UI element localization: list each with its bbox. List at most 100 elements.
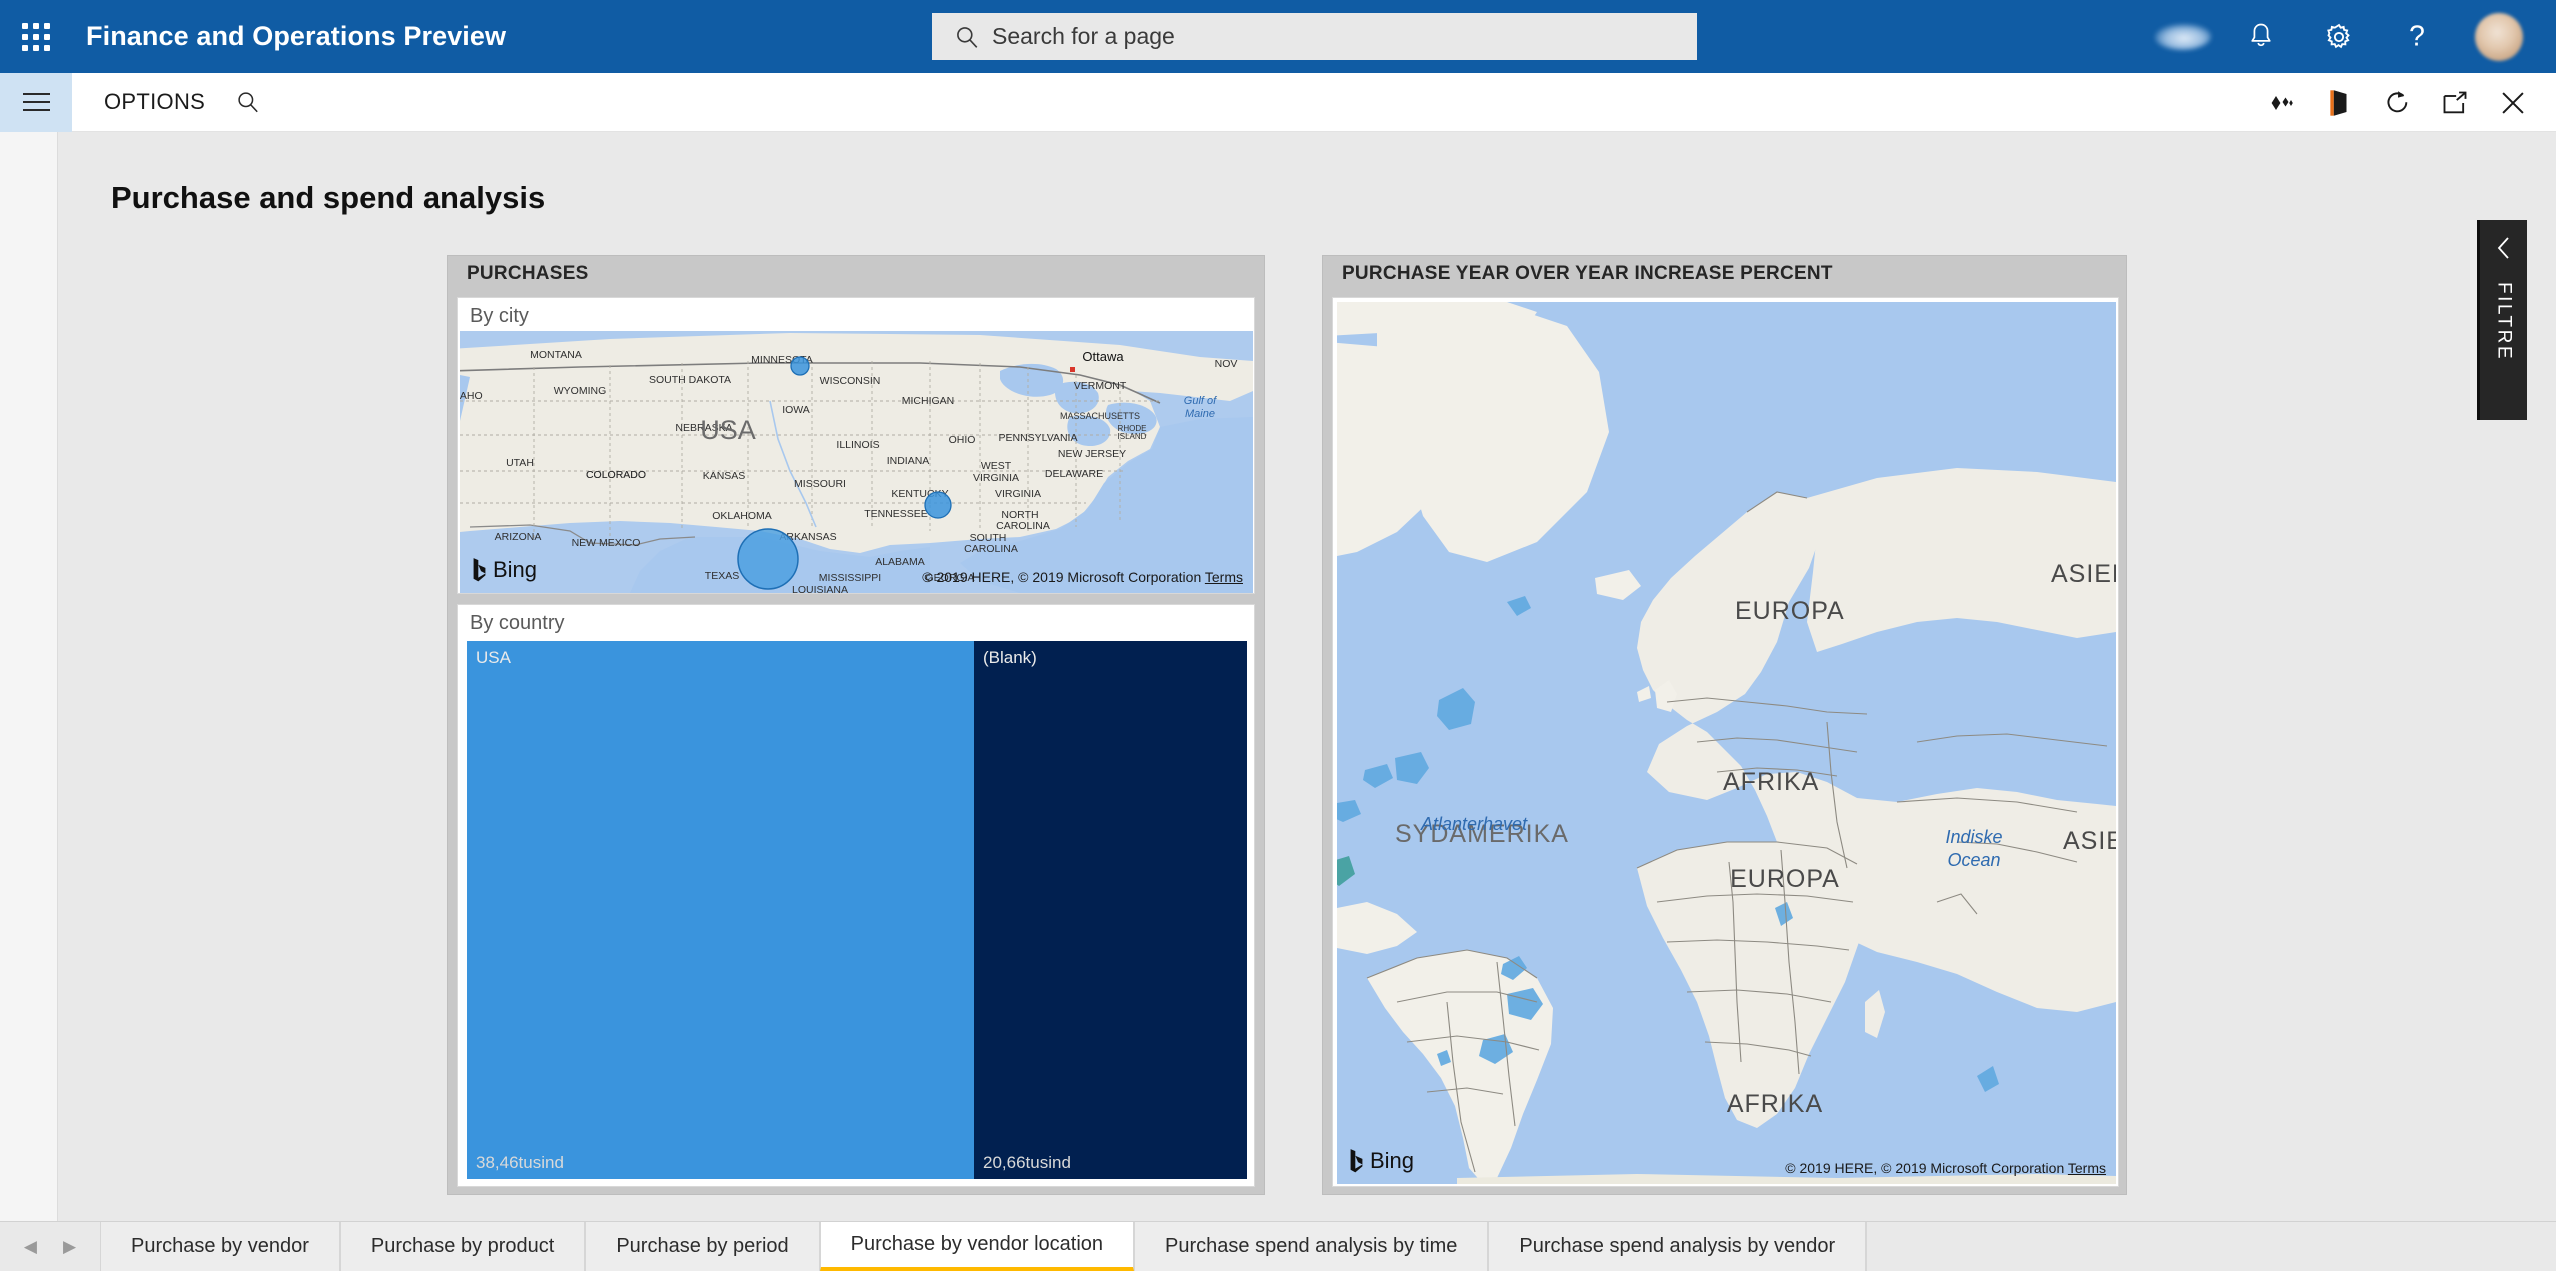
tab-scroll-controls: ◀ ▶ [0, 1222, 100, 1271]
map-terms-link[interactable]: Terms [2068, 1160, 2106, 1176]
svg-text:PENNSYLVANIA: PENNSYLVANIA [999, 432, 1078, 444]
hamburger-menu-icon[interactable] [0, 72, 72, 132]
map-attribution: © 2019 HERE, © 2019 Microsoft Corporatio… [922, 569, 1243, 585]
svg-text:NEW JERSEY: NEW JERSEY [1058, 448, 1126, 460]
treemap-cell-usa[interactable]: USA 38,46tusind [467, 641, 974, 1179]
svg-text:TEXAS: TEXAS [705, 570, 739, 582]
svg-text:Gulf of: Gulf of [1184, 395, 1217, 407]
app-launcher-icon[interactable] [0, 0, 72, 73]
bing-choropleth-world-map[interactable]: EUROPA ASIEN AFRIKA SYDAMERIKA Atlanterh… [1337, 302, 2116, 1184]
tab-purchase-spend-analysis-by-vendor[interactable]: Purchase spend analysis by vendor [1488, 1222, 1867, 1271]
svg-text:VIRGINIA: VIRGINIA [995, 488, 1041, 500]
svg-text:UTAH: UTAH [506, 457, 534, 469]
svg-text:MONTANA: MONTANA [530, 349, 582, 361]
svg-text:IDAHO: IDAHO [460, 390, 483, 402]
treemap-cell-value: 20,66tusind [983, 1153, 1071, 1172]
svg-text:SOUTH DAKOTA: SOUTH DAKOTA [649, 374, 731, 386]
settings-gear-icon[interactable] [2300, 0, 2378, 73]
close-icon[interactable] [2484, 73, 2542, 132]
tile-purchases-by-country[interactable]: By country USA 38,46tusind (Blank) 20,66… [457, 604, 1255, 1187]
svg-text:MASSACHUSETTS: MASSACHUSETTS [1060, 411, 1140, 421]
map-label-europa: EUROPA [1735, 597, 1845, 625]
svg-text:WYOMING: WYOMING [554, 385, 607, 397]
tab-prev-arrow[interactable]: ◀ [24, 1237, 37, 1257]
bing-label: Bing [1370, 1148, 1415, 1173]
bing-label: Bing [493, 557, 538, 582]
user-avatar[interactable] [2456, 0, 2534, 73]
svg-text:ARIZONA: ARIZONA [495, 531, 542, 543]
svg-text:IOWA: IOWA [782, 404, 810, 416]
svg-text:?: ? [2409, 21, 2425, 52]
page-title: Purchase and spend analysis [111, 180, 546, 215]
map-label-atlanterhavet: Atlanterhavet [1421, 814, 1528, 834]
treemap-cell-value: 38,46tusind [476, 1153, 564, 1172]
usa-map-graphic: MONTANA MINNESOTA IDAHO WYOMING SOUTH DA… [460, 331, 1253, 593]
help-question-icon[interactable]: ? [2378, 0, 2456, 73]
map-credit-text: © 2019 HERE, © 2019 Microsoft Corporatio… [1785, 1160, 2065, 1176]
options-button[interactable]: OPTIONS [104, 89, 205, 115]
world-map-graphic: EUROPA ASIEN AFRIKA SYDAMERIKA Atlanterh… [1337, 302, 2116, 1184]
treemap-cell-label: (Blank) [983, 648, 1037, 667]
personalize-diamond-icon[interactable] [2252, 73, 2310, 132]
tab-purchase-by-vendor-location[interactable]: Purchase by vendor location [819, 1222, 1135, 1271]
tab-purchase-spend-analysis-by-time[interactable]: Purchase spend analysis by time [1134, 1222, 1489, 1271]
svg-text:OKLAHOMA: OKLAHOMA [712, 510, 772, 522]
treemap-cell-blank[interactable]: (Blank) 20,66tusind [974, 641, 1247, 1179]
left-rail [0, 132, 58, 1221]
options-toolbar-actions [2252, 73, 2542, 132]
office-app-icon[interactable] [2310, 73, 2368, 132]
svg-text:EUROPA: EUROPA [1730, 865, 1840, 893]
map-terms-link[interactable]: Terms [1205, 569, 1243, 585]
bing-b-icon [473, 558, 486, 582]
map-label-afrika: AFRIKA [1723, 768, 1820, 796]
svg-text:NEW MEXICO: NEW MEXICO [572, 537, 641, 549]
svg-text:ISLAND: ISLAND [1118, 432, 1147, 441]
map-credit-text: © 2019 HERE, © 2019 Microsoft Corporatio… [922, 569, 1202, 585]
svg-text:WISCONSIN: WISCONSIN [820, 375, 881, 387]
svg-text:ALABAMA: ALABAMA [875, 556, 925, 568]
top-bar-icon-group: ? [2144, 0, 2556, 73]
filter-panel-collapsed[interactable]: FILTRE [2477, 220, 2527, 420]
bing-bubble-map-usa[interactable]: MONTANA MINNESOTA IDAHO WYOMING SOUTH DA… [460, 331, 1253, 593]
notifications-bell-icon[interactable] [2222, 0, 2300, 73]
map-attribution: © 2019 HERE, © 2019 Microsoft Corporatio… [1785, 1160, 2106, 1176]
svg-text:Ottawa: Ottawa [1082, 349, 1124, 364]
svg-text:CAROLINA: CAROLINA [964, 543, 1018, 555]
tile-by-city-label: By city [470, 305, 529, 327]
svg-text:MISSOURI: MISSOURI [794, 478, 846, 490]
card-yoy-header: PURCHASE YEAR OVER YEAR INCREASE PERCENT [1342, 262, 1833, 284]
page-search-icon[interactable] [235, 89, 261, 115]
bing-logo: Bing [472, 557, 537, 583]
global-search-box[interactable]: Search for a page [932, 13, 1697, 60]
svg-text:Maine: Maine [1185, 408, 1215, 420]
svg-text:INDIANA: INDIANA [887, 455, 930, 467]
svg-text:KANSAS: KANSAS [703, 470, 746, 482]
svg-text:VIRGINIA: VIRGINIA [973, 472, 1019, 484]
open-in-new-window-icon[interactable] [2426, 73, 2484, 132]
tile-purchases-by-city[interactable]: By city MONTANA MINNESOTA AHO WYOMING SO… [457, 297, 1255, 594]
bottom-tab-bar: ◀ ▶ Purchase by vendor Purchase by produ… [0, 1221, 2556, 1271]
weather-cloud-icon[interactable] [2144, 0, 2222, 73]
bing-logo: Bing [1349, 1148, 1414, 1174]
search-icon [957, 26, 978, 48]
svg-text:COLORADO: COLORADO [586, 469, 646, 481]
refresh-icon[interactable] [2368, 73, 2426, 132]
svg-text:OHIO: OHIO [949, 434, 976, 446]
tab-next-arrow[interactable]: ▶ [63, 1237, 76, 1257]
svg-text:USA: USA [700, 415, 756, 445]
tab-purchase-by-period[interactable]: Purchase by period [585, 1222, 820, 1271]
treemap-by-country[interactable]: USA 38,46tusind (Blank) 20,66tusind [467, 641, 1247, 1179]
chevron-left-icon[interactable] [2496, 236, 2512, 260]
tile-yoy-world-map[interactable]: EUROPA ASIEN AFRIKA SYDAMERIKA Atlanterh… [1332, 297, 2119, 1187]
treemap-cell-label: USA [476, 648, 511, 667]
svg-text:LOUISIANA: LOUISIANA [792, 584, 848, 593]
card-purchases: PURCHASES By city MONTANA MINNESOTA AHO … [447, 255, 1265, 1195]
tile-by-country-label: By country [470, 612, 565, 634]
svg-text:TENNESSEE: TENNESSEE [864, 508, 928, 520]
tab-purchase-by-product[interactable]: Purchase by product [339, 1222, 586, 1271]
bing-b-icon [1350, 1149, 1363, 1173]
svg-text:DELAWARE: DELAWARE [1045, 468, 1103, 480]
tab-purchase-by-vendor[interactable]: Purchase by vendor [100, 1222, 340, 1271]
svg-text:ASIEN: ASIEN [2063, 827, 2116, 855]
svg-text:CAROLINA: CAROLINA [996, 520, 1050, 532]
